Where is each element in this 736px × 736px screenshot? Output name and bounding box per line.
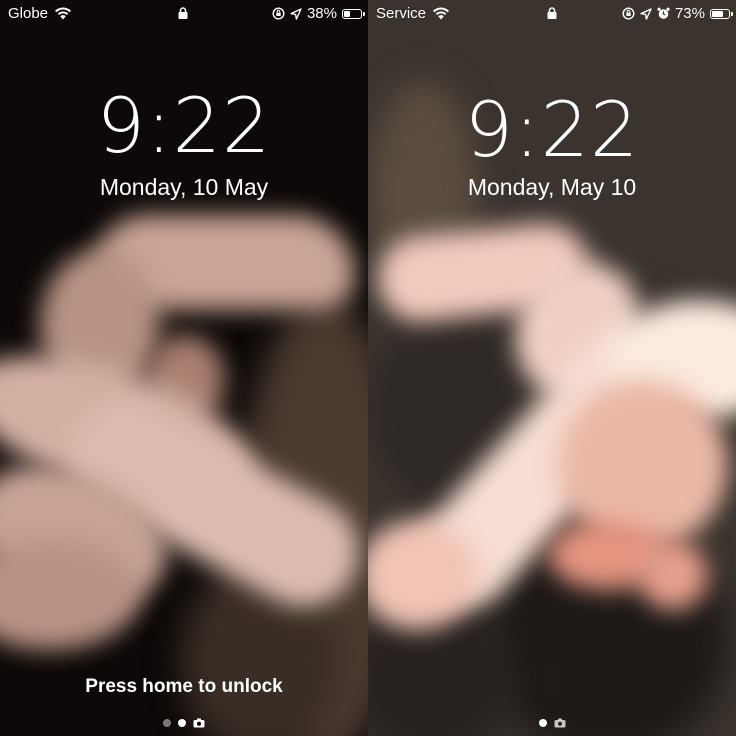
- right-lock-screen: Service 73% 9:22 Monday, May 10: [368, 0, 736, 736]
- page-dot: [163, 719, 171, 727]
- battery-icon: [342, 8, 365, 19]
- rotation-lock-icon: [272, 7, 285, 20]
- page-indicator[interactable]: [0, 718, 368, 728]
- wifi-icon: [55, 7, 72, 20]
- camera-icon: [193, 718, 205, 728]
- alarm-clock-icon: [657, 7, 670, 19]
- battery-percent: 73%: [674, 5, 705, 22]
- battery-percent: 38%: [306, 5, 337, 22]
- wifi-icon: [433, 7, 450, 20]
- carrier-label: Service: [376, 5, 427, 22]
- clock-time: 9:22: [464, 85, 640, 174]
- camera-icon: [554, 718, 565, 728]
- carrier-label: Globe: [8, 5, 49, 22]
- date-label: Monday, May 10: [467, 174, 637, 200]
- page-dot-active: [178, 719, 186, 727]
- date-label: Monday, 10 May: [99, 174, 269, 200]
- page-indicator[interactable]: [368, 718, 736, 728]
- left-status-bar: Globe 38%: [0, 0, 368, 28]
- left-lock-screen: Globe 38% 9:22 Monday, 10 May Press home…: [0, 0, 368, 736]
- clock-time: 9:22: [96, 81, 272, 170]
- unlock-hint: Press home to unlock: [85, 676, 283, 697]
- right-status-bar: Service 73%: [368, 0, 736, 28]
- location-arrow-icon: [640, 7, 652, 20]
- battery-icon: [710, 8, 733, 19]
- page-dot-active: [538, 719, 547, 727]
- lock-icon: [178, 7, 188, 19]
- rotation-lock-icon: [622, 7, 635, 20]
- lock-icon: [547, 7, 557, 19]
- location-arrow-icon: [290, 7, 302, 20]
